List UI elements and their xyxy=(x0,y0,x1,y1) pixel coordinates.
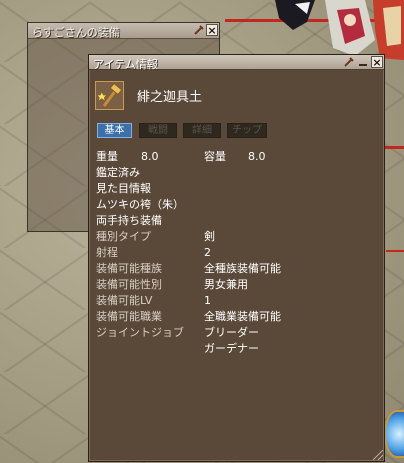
tab-combat[interactable]: 戦闘 xyxy=(139,123,177,138)
weight-label: 重量 xyxy=(96,150,118,163)
hammer-icon xyxy=(97,82,123,107)
weight-value: 8.0 xyxy=(141,150,159,163)
attribute-value: 2 xyxy=(204,246,211,259)
item-info-titlebar[interactable]: アイテム情報 × xyxy=(89,55,384,71)
resize-grip-icon[interactable] xyxy=(373,450,383,460)
info-line: ムツキの袴（朱） xyxy=(96,198,184,211)
info-line: 鑑定済み xyxy=(96,166,140,179)
attribute-row: 装備可能LV 1 xyxy=(96,293,376,309)
capacity-value: 8.0 xyxy=(248,150,266,163)
attribute-row: 装備可能種族 全種族装備可能 xyxy=(96,261,376,277)
attribute-row: 装備可能性別 男女兼用 xyxy=(96,277,376,293)
attribute-value: 全種族装備可能 xyxy=(204,262,281,275)
attribute-row: 装備可能職業 全職業装備可能 xyxy=(96,309,376,325)
info-line: 両手持ち装備 xyxy=(96,214,162,227)
tab-details[interactable]: 詳細 xyxy=(183,123,221,138)
item-name: 緋之迦具土 xyxy=(137,90,203,105)
info-line: 見た目情報 xyxy=(96,182,151,195)
close-icon[interactable]: × xyxy=(371,56,383,69)
wrench-icon[interactable] xyxy=(343,56,355,68)
tab-basic[interactable]: 基本 xyxy=(97,123,132,138)
item-info-title: アイテム情報 xyxy=(93,58,158,71)
item-details: 重量 8.0 容量 8.0 鑑定済み 見た目情報 ムツキの袴（朱） 両手持ち装備… xyxy=(96,149,376,357)
character-sprite[interactable] xyxy=(255,0,404,60)
attribute-label: 装備可能性別 xyxy=(96,278,162,291)
attribute-value: 全職業装備可能 xyxy=(204,310,281,323)
attribute-value: ガーデナー xyxy=(204,342,259,355)
attribute-value: 男女兼用 xyxy=(204,278,248,291)
minimize-icon[interactable] xyxy=(357,56,369,68)
skill-orb-icon[interactable] xyxy=(384,410,404,458)
capacity-label: 容量 xyxy=(204,150,226,163)
attribute-row: ジョイントジョブ ブリーダー xyxy=(96,325,376,341)
wrench-icon[interactable] xyxy=(193,24,205,36)
tab-chip[interactable]: チップ xyxy=(227,123,267,138)
attribute-label: 装備可能LV xyxy=(96,294,153,307)
item-info-window: アイテム情報 × 緋之迦具土 基本 戦闘 詳細 チップ 重量 8.0 容量 8.… xyxy=(88,54,385,462)
item-icon-slot xyxy=(95,81,124,110)
attribute-row: 射程 2 xyxy=(96,245,376,261)
attribute-label: 種別タイプ xyxy=(96,230,151,243)
attribute-value: ブリーダー xyxy=(204,326,259,339)
attribute-value: 剣 xyxy=(204,230,215,243)
attribute-row: 種別タイプ 剣 xyxy=(96,229,376,245)
equipment-window-titlebar[interactable]: らすごさんの装備 × xyxy=(28,23,219,39)
equipment-window-title: らすごさんの装備 xyxy=(32,26,120,39)
enemy-hp-bar-3 xyxy=(386,250,404,252)
attribute-label: 射程 xyxy=(96,246,118,259)
attribute-value: 1 xyxy=(204,294,211,307)
weight-row: 重量 8.0 容量 8.0 xyxy=(96,149,376,165)
attribute-label: 装備可能職業 xyxy=(96,310,162,323)
attribute-label: 装備可能種族 xyxy=(96,262,162,275)
attribute-row: ガーデナー xyxy=(96,341,376,357)
attribute-label: ジョイントジョブ xyxy=(96,326,184,339)
close-icon[interactable]: × xyxy=(206,24,218,37)
